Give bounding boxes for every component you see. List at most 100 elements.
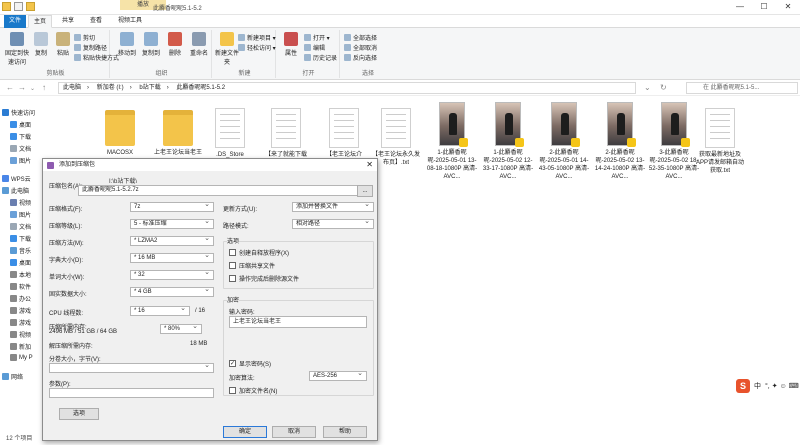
cpu-select[interactable]: * 16	[130, 306, 190, 316]
solid-select[interactable]: * 4 GB	[130, 287, 214, 297]
nav-item[interactable]: 桌面	[10, 120, 31, 129]
delete-button[interactable]: 删除	[162, 32, 188, 57]
select-all-button[interactable]: 全部选择	[344, 33, 377, 42]
params-input[interactable]	[49, 388, 214, 398]
sogou-icon[interactable]: S	[736, 379, 750, 393]
select-none-button[interactable]: 全部取消	[344, 43, 377, 52]
open-button[interactable]: 打开 ▾	[304, 33, 330, 42]
pathmode-select[interactable]: 相对路径	[292, 219, 374, 229]
sfx-checkbox[interactable]: 创建自释放程序(X)	[229, 248, 289, 257]
nav-item[interactable]: 新加	[10, 342, 31, 351]
file-item[interactable]: 【老王论坛介	[318, 102, 370, 159]
nav-item[interactable]: 文档	[10, 144, 31, 153]
tab-file[interactable]: 文件	[4, 15, 26, 28]
nav-item[interactable]: 视频	[10, 198, 31, 207]
edit-button[interactable]: 编辑	[304, 43, 325, 52]
invert-selection-button[interactable]: 反向选择	[344, 53, 377, 62]
nav-item[interactable]: 图片	[10, 210, 31, 219]
browse-button[interactable]: ...	[357, 185, 373, 197]
method-select[interactable]: * LZMA2	[130, 236, 214, 246]
move-to-button[interactable]: 移动到	[114, 32, 140, 57]
file-item[interactable]: MACOSX	[94, 102, 146, 157]
new-folder-icon[interactable]	[26, 2, 35, 11]
refresh-icon[interactable]: ↻	[660, 83, 667, 92]
history-button[interactable]: 历史记录	[304, 53, 337, 62]
word-select[interactable]: * 32	[130, 270, 214, 280]
encrypt-names-checkbox[interactable]: 加密文件名(N)	[229, 386, 277, 395]
file-item[interactable]: 【来了就能下载	[260, 102, 312, 159]
help-button[interactable]: 帮助	[323, 426, 367, 438]
nav-item[interactable]: 文档	[10, 222, 31, 231]
encmethod-select[interactable]: AES-256	[309, 371, 367, 381]
nav-item[interactable]: 游戏	[10, 306, 31, 315]
paste-button[interactable]: 粘贴	[50, 32, 76, 57]
properties-icon[interactable]	[14, 2, 23, 11]
dict-select[interactable]: * 16 MB	[130, 253, 214, 263]
nav-item[interactable]: My P	[10, 354, 33, 361]
breadcrumb-current[interactable]: 此麝香昵昵5.1-5.2	[176, 83, 225, 93]
ok-button[interactable]: 确定	[223, 426, 267, 438]
shared-checkbox[interactable]: 压缩共享文件	[229, 261, 275, 270]
rename-button[interactable]: 重命名	[186, 32, 212, 57]
breadcrumb-bilibili[interactable]: b站下载	[139, 83, 160, 93]
nav-item[interactable]: 软件	[10, 282, 31, 291]
file-item[interactable]: .DS_Store	[204, 102, 256, 159]
forward-icon[interactable]: →	[18, 83, 26, 92]
new-folder-button[interactable]: 新建文件夹	[214, 32, 240, 66]
breadcrumb-this-pc[interactable]: 此电脑	[63, 83, 81, 93]
nav-item[interactable]: 下载	[10, 132, 31, 141]
tab-share[interactable]: 共享	[56, 15, 80, 28]
file-item[interactable]: 2-此麝香昵昵-2025-05-02 13-14-24-1080P 高清-AVC…	[594, 102, 646, 181]
tab-home[interactable]: 主页	[28, 15, 52, 28]
nav-item[interactable]: WPS云	[2, 174, 31, 183]
file-item[interactable]: 1-此麝香昵昵-2025-05-01 13-08-18-1080P 高清-AVC…	[426, 102, 478, 181]
back-icon[interactable]: ←	[6, 83, 14, 92]
easy-access-button[interactable]: 轻松访问 ▾	[238, 43, 276, 52]
nav-item[interactable]: 游戏	[10, 318, 31, 327]
recent-chevron-icon[interactable]: ⌄	[30, 85, 35, 92]
pin-button[interactable]: 固定到快速访问	[4, 32, 30, 66]
ime-glyphs[interactable]: °, ✦ ☺ ⌨	[765, 382, 799, 390]
nav-item[interactable]: 此电脑	[2, 186, 29, 195]
split-select[interactable]	[49, 363, 214, 373]
archive-name-input[interactable]: 此麝香昵昵5.1-5.2.7z	[78, 185, 368, 196]
close-button[interactable]: ✕	[776, 0, 800, 15]
nav-item[interactable]: 网络	[2, 372, 23, 381]
nav-item[interactable]: 图片	[10, 156, 31, 165]
file-item[interactable]: 1-此麝香昵昵-2025-05-02 12-33-17-1080P 高清-AVC…	[482, 102, 534, 181]
folder-icon[interactable]	[2, 2, 11, 11]
delete-after-checkbox[interactable]: 操作完成后删除源文件	[229, 274, 299, 283]
show-password-checkbox[interactable]: ✓ 显示密码(S)	[229, 359, 271, 368]
file-item[interactable]: 上老王论坛当老王	[152, 102, 204, 157]
dropdown-icon[interactable]: ⌄	[644, 83, 651, 92]
minimize-button[interactable]: —	[728, 0, 752, 15]
breadcrumb-drive[interactable]: 新加卷 (I:)	[97, 83, 124, 93]
nav-item[interactable]: 音乐	[10, 246, 31, 255]
tab-view[interactable]: 查看	[84, 15, 108, 28]
up-icon[interactable]: ↑	[42, 83, 46, 92]
level-select[interactable]: 5 - 标准压缩	[130, 219, 214, 229]
new-item-button[interactable]: 新建项目 ▾	[238, 33, 276, 42]
mem-select[interactable]: * 80%	[160, 324, 202, 334]
tab-video-tools[interactable]: 视频工具	[112, 15, 148, 28]
nav-item[interactable]: 办公	[10, 294, 31, 303]
file-item[interactable]: 2-此麝香昵昵-2025-05-01 14-43-05-1080P 高清-AVC…	[538, 102, 590, 181]
nav-item[interactable]: 下载	[10, 234, 31, 243]
nav-item[interactable]: 视频	[10, 330, 31, 339]
format-select[interactable]: 7z	[130, 202, 214, 212]
copy-to-button[interactable]: 复制到	[138, 32, 164, 57]
options-button[interactable]: 选项	[59, 408, 99, 420]
nav-item[interactable]: 快速访问	[2, 108, 35, 117]
file-item[interactable]: 获取最新地址及APP请发邮箱自动获取.txt	[694, 102, 746, 175]
ime-mode[interactable]: 中	[754, 381, 761, 391]
maximize-button[interactable]: ☐	[752, 0, 776, 15]
cut-button[interactable]: 剪切	[74, 33, 95, 42]
nav-item[interactable]: 桌面	[10, 258, 31, 267]
dialog-close-button[interactable]: ✕	[366, 159, 373, 171]
file-item[interactable]: 3-此麝香昵昵-2025-05-02 18-52-35-1080P 高清-AVC…	[648, 102, 700, 181]
copy-path-button[interactable]: 复制路径	[74, 43, 107, 52]
cancel-button[interactable]: 取消	[272, 426, 316, 438]
properties-button[interactable]: 属性	[278, 32, 304, 57]
password-input[interactable]: 上老王论坛当老王	[229, 316, 367, 328]
address-bar[interactable]: 此电脑 › 新加卷 (I:) › b站下载 › 此麝香昵昵5.1-5.2	[58, 82, 636, 94]
